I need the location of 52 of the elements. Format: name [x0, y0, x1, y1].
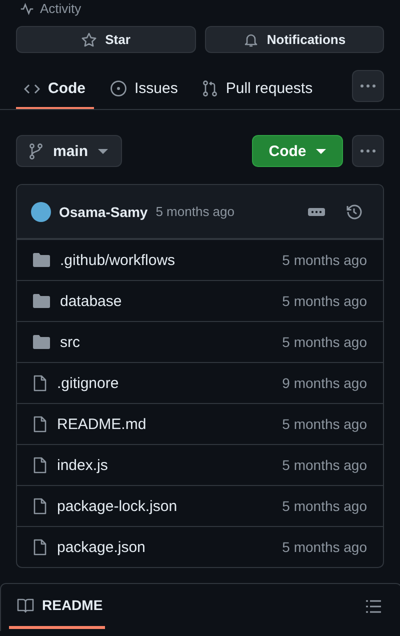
file-icon — [33, 498, 47, 514]
history-icon[interactable] — [345, 202, 363, 220]
file-time: 5 months ago — [282, 252, 367, 268]
tab[interactable]: Code — [16, 70, 94, 109]
avatar — [31, 202, 51, 222]
ellipsis-icon[interactable] — [308, 208, 325, 216]
list-icon[interactable] — [366, 600, 381, 613]
pull-request-icon — [202, 80, 218, 97]
folder-icon — [33, 335, 50, 349]
more-icon — [360, 149, 376, 153]
folder-icon — [33, 294, 50, 308]
more-button[interactable] — [352, 135, 384, 167]
file-name[interactable]: index.js — [57, 456, 108, 474]
code-button[interactable]: Code — [252, 135, 343, 167]
star-icon — [81, 32, 98, 48]
file-name[interactable]: .github/workflows — [60, 252, 176, 268]
file-name[interactable]: database — [60, 292, 122, 310]
file-icon — [33, 374, 47, 392]
book-icon — [17, 598, 34, 612]
activity-link[interactable]: Activity — [40, 1, 82, 16]
caret-icon — [316, 148, 326, 154]
file-name[interactable]: .gitignore — [57, 374, 119, 392]
file-icon — [33, 538, 47, 556]
branch-icon — [29, 142, 43, 160]
bell-icon — [242, 32, 259, 48]
file-time: 9 months ago — [282, 375, 367, 391]
file-name[interactable]: package-lock.json — [57, 498, 178, 514]
commit-author[interactable]: Osama-Samy — [59, 204, 148, 220]
file-time: 5 months ago — [282, 498, 367, 514]
tab[interactable]: Issues — [102, 70, 186, 109]
tab[interactable]: Pull requests — [194, 70, 321, 109]
file-time: 5 months ago — [282, 539, 367, 555]
issue-icon — [110, 80, 126, 97]
commit-time: 5 months ago — [156, 204, 234, 219]
more-button[interactable] — [352, 70, 384, 102]
notifications-button[interactable]: Notifications — [204, 26, 384, 53]
more-icon — [360, 84, 376, 88]
file-time: 5 months ago — [282, 293, 367, 309]
file-time: 5 months ago — [282, 416, 367, 432]
readme-tab[interactable]: README — [9, 584, 105, 629]
caret-icon — [98, 148, 108, 154]
pulse-icon — [20, 2, 34, 16]
file-name[interactable]: package.json — [57, 538, 146, 556]
file-name[interactable]: src — [60, 334, 80, 350]
star-button[interactable]: Star — [16, 26, 196, 53]
file-name[interactable]: README.md — [57, 416, 146, 432]
file-time: 5 months ago — [282, 334, 367, 350]
file-icon — [33, 416, 47, 432]
branch-button[interactable]: main — [16, 135, 122, 167]
folder-icon — [33, 253, 50, 267]
file-time: 5 months ago — [282, 457, 367, 473]
file-icon — [33, 456, 47, 474]
